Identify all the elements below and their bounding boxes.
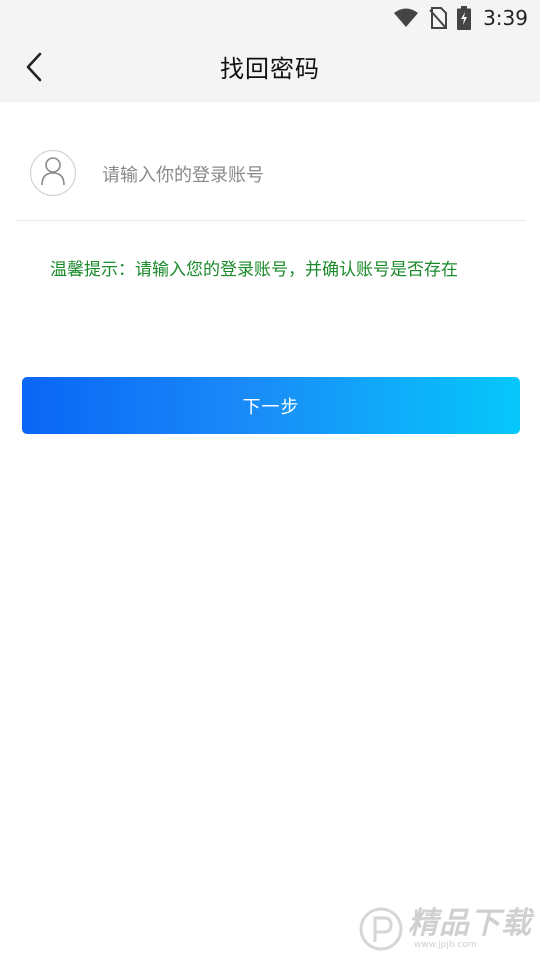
account-row [16, 130, 526, 221]
status-time: 3:39 [483, 6, 528, 30]
watermark-url: www.jpjb.com [414, 940, 477, 950]
battery-charging-icon [457, 6, 472, 30]
watermark-texts: 精品下载 www.jpjb.com [408, 906, 532, 951]
avatar [30, 150, 76, 196]
account-input[interactable] [102, 154, 502, 196]
status-icons: 3:39 [393, 0, 528, 36]
user-icon [40, 156, 66, 190]
status-bar: 3:39 [0, 0, 540, 36]
wifi-icon [393, 8, 419, 28]
no-sim-icon [429, 7, 448, 29]
watermark: 精品下载 www.jpjb.com [358, 906, 532, 952]
page-title: 找回密码 [220, 55, 320, 83]
chevron-left-icon [24, 52, 44, 86]
watermark-brand: 精品下载 [408, 906, 532, 941]
tip-text: 温馨提示：请输入您的登录账号，并确认账号是否存在 [50, 260, 458, 280]
find-password-screen: 3:39 找回密码 温馨提示：请输入您的登录账号，并确认账号是否存在 [0, 0, 540, 960]
next-button[interactable]: 下一步 [22, 377, 520, 434]
watermark-logo-icon [358, 906, 404, 952]
back-button[interactable] [14, 48, 54, 90]
header: 找回密码 [0, 36, 540, 102]
